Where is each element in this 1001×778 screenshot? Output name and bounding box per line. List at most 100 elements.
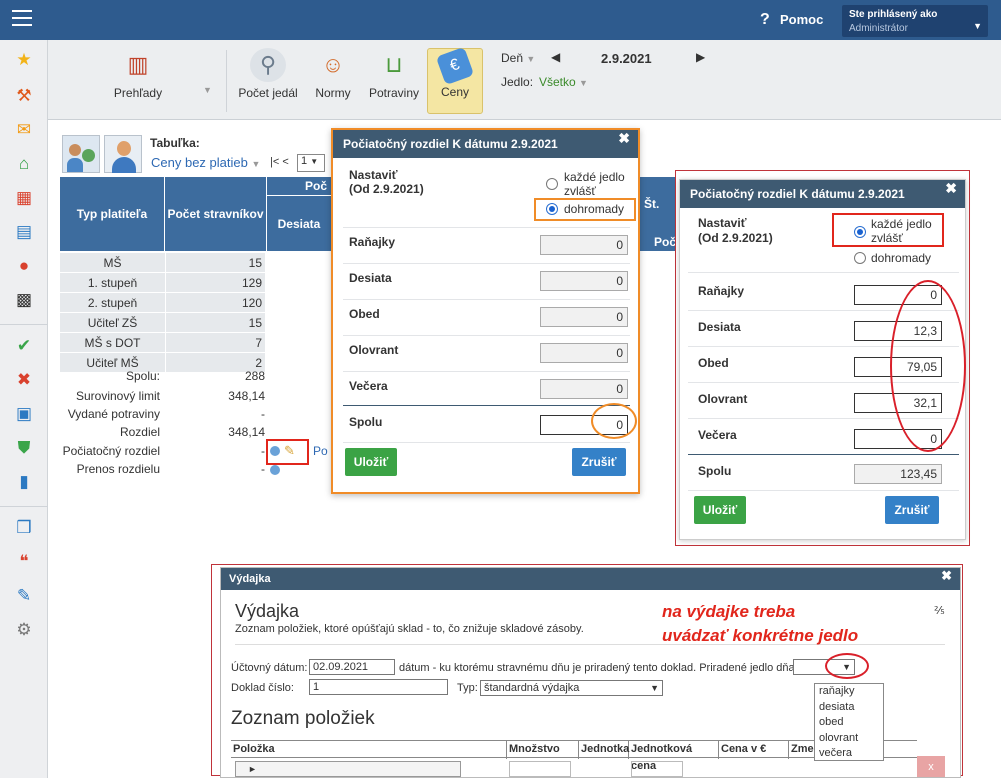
schedule-icon[interactable]: ▩ [14, 290, 34, 310]
user-menu[interactable]: Ste prihlásený ako Administrátor ▼ [842, 5, 988, 37]
dropdown-option[interactable]: raňajky [815, 684, 883, 700]
nav-divider [0, 324, 48, 325]
chat-icon[interactable]: ❝ [14, 552, 34, 572]
summary-label: Počiatočný rozdiel [62, 444, 160, 458]
zoznam-title: Zoznam položiek [231, 708, 375, 729]
next-day-arrow-icon[interactable]: ▶ [696, 50, 705, 64]
briefcase-icon[interactable]: ▣ [14, 404, 34, 424]
hamburger-menu-icon[interactable] [12, 10, 32, 28]
dialog-pociatocny-rozdiel-zvlast: Počiatočný rozdiel K dátumu 2.9.2021 ✖ N… [679, 179, 966, 540]
help-icon[interactable]: ? [760, 11, 770, 29]
typ-select[interactable]: štandardná výdajka ▼ [480, 680, 663, 696]
normy-button[interactable]: ☺ Normy [310, 48, 356, 114]
nav-divider [0, 506, 48, 507]
chevron-down-icon: ▼ [310, 157, 319, 166]
book-icon[interactable]: ▤ [14, 222, 34, 242]
summary-label: Rozdiel [119, 425, 160, 439]
dropdown-option[interactable]: obed [815, 715, 883, 731]
page-indicator: ⅖ [934, 605, 945, 617]
star-icon[interactable]: ★ [14, 50, 34, 70]
close-icon[interactable]: ✖ [618, 130, 630, 147]
desiata-input[interactable]: 0 [540, 271, 628, 291]
pom-link[interactable]: Po [313, 444, 328, 458]
radio-dohromady-label: dohromady [871, 251, 932, 265]
radio-kazde-jedlo[interactable] [546, 178, 558, 190]
user-icon[interactable]: ● [14, 256, 34, 276]
radio-kazde-jedlo[interactable] [854, 226, 866, 238]
radio-dohromady[interactable] [546, 203, 558, 215]
pocet-jedal-button[interactable]: ⚲ Počet jedál [236, 48, 300, 114]
tabulka-select[interactable]: Ceny bez platieb ▼ [151, 155, 260, 170]
help-link[interactable]: Pomoc [780, 12, 823, 27]
shield-check-icon[interactable]: ⛊ [14, 438, 34, 458]
prehlady-button[interactable]: ▥ Prehľady [108, 48, 168, 114]
divider [343, 371, 630, 372]
col-header-poc: Poč [267, 177, 332, 195]
potraviny-label: Potraviny [368, 86, 420, 100]
summary-value: - [261, 407, 265, 421]
delete-row-button[interactable]: x [917, 756, 945, 777]
row-label: Olovrant [349, 343, 399, 357]
home-icon[interactable]: ⌂ [14, 154, 34, 174]
gear-icon[interactable]: ⚙ [14, 620, 34, 640]
save-button[interactable]: Uložiť [694, 496, 746, 524]
potraviny-button[interactable]: ⊔ Potraviny [366, 48, 422, 114]
jedlo-select[interactable]: Všetko ▼ [539, 75, 588, 89]
cancel-button[interactable]: Zrušiť [572, 448, 626, 476]
attachment-icon[interactable]: ✎ [14, 586, 34, 606]
dropdown-option[interactable]: večera [815, 746, 883, 762]
current-date: 2.9.2021 [601, 51, 652, 66]
cancel-button[interactable]: Zrušiť [885, 496, 939, 524]
mail-icon[interactable]: ✉ [14, 120, 34, 140]
ribbon-toolbar: ▥ Prehľady ▼ ⚲ Počet jedál ☺ Normy ⊔ Pot… [48, 40, 1001, 120]
reading-person-icon: ☺ [321, 52, 345, 77]
row-typ: MŠ s DOT [60, 333, 165, 353]
radio-dohromady[interactable] [854, 252, 866, 264]
calendar-grid-icon[interactable]: ▦ [14, 188, 34, 208]
vydajka-description: Zoznam položiek, ktoré opúšťajú sklad - … [235, 623, 584, 635]
row-pocet: 7 [165, 333, 265, 353]
dropdown-option[interactable]: olovrant [815, 731, 883, 747]
chevron-down-icon: ▼ [579, 78, 588, 88]
annotation-ellipse [890, 280, 966, 452]
page-value: 1 [301, 155, 308, 167]
check-circle-icon[interactable]: ✔ [14, 336, 34, 356]
cena-input[interactable] [631, 761, 683, 777]
expand-row-icon[interactable]: ► [235, 761, 461, 777]
user-caption: Ste prihlásený ako [849, 9, 938, 20]
alert-circle-icon[interactable]: ✖ [14, 370, 34, 390]
person-avatar-icon [104, 135, 142, 173]
open-book-icon[interactable]: ❒ [14, 518, 34, 538]
dropdown-option[interactable]: desiata [815, 700, 883, 716]
pager-nav[interactable]: |< < [270, 156, 289, 168]
mnozstvo-input[interactable] [509, 761, 571, 777]
row-label: Obed [349, 307, 380, 321]
summary-label: Surovinový limit [75, 389, 160, 403]
magic-wand-icon[interactable]: ⚒ [14, 86, 34, 106]
datum-input[interactable]: 02.09.2021 [309, 659, 395, 675]
olovrant-input[interactable]: 0 [540, 343, 628, 363]
chevron-down-icon[interactable]: ▼ [526, 54, 535, 64]
save-button[interactable]: Uložiť [345, 448, 397, 476]
vecera-input[interactable]: 0 [540, 379, 628, 399]
ranajky-input[interactable]: 0 [540, 235, 628, 255]
jedlo-dna-dropdown: raňajky desiata obed olovrant večera [814, 683, 884, 761]
poc2-label: Poč [654, 235, 677, 249]
datum-label: Účtovný dátum: [231, 662, 308, 674]
ceny-button[interactable]: € Ceny [427, 46, 483, 114]
prev-day-arrow-icon[interactable]: ◀ [551, 50, 560, 64]
info-icon[interactable] [270, 465, 280, 475]
summary-label: Vydané potraviny [67, 407, 160, 421]
den-label: Deň ▼ [501, 51, 535, 65]
dialog-title: Počiatočný rozdiel K dátumu 2.9.2021 [680, 180, 965, 208]
close-icon[interactable]: ✖ [941, 568, 952, 584]
page-select[interactable]: 1 ▼ [297, 154, 325, 172]
vydajka-window-title: Výdajka [221, 568, 960, 590]
doklad-input[interactable]: 1 [309, 679, 448, 695]
nastavit-date: (Od 2.9.2021) [349, 182, 424, 196]
chevron-down-icon[interactable]: ▼ [203, 85, 212, 95]
bar-chart-icon[interactable]: ▮ [14, 472, 34, 492]
obed-input[interactable]: 0 [540, 307, 628, 327]
chevron-down-icon: ▼ [251, 159, 261, 169]
close-icon[interactable]: ✖ [945, 180, 957, 197]
